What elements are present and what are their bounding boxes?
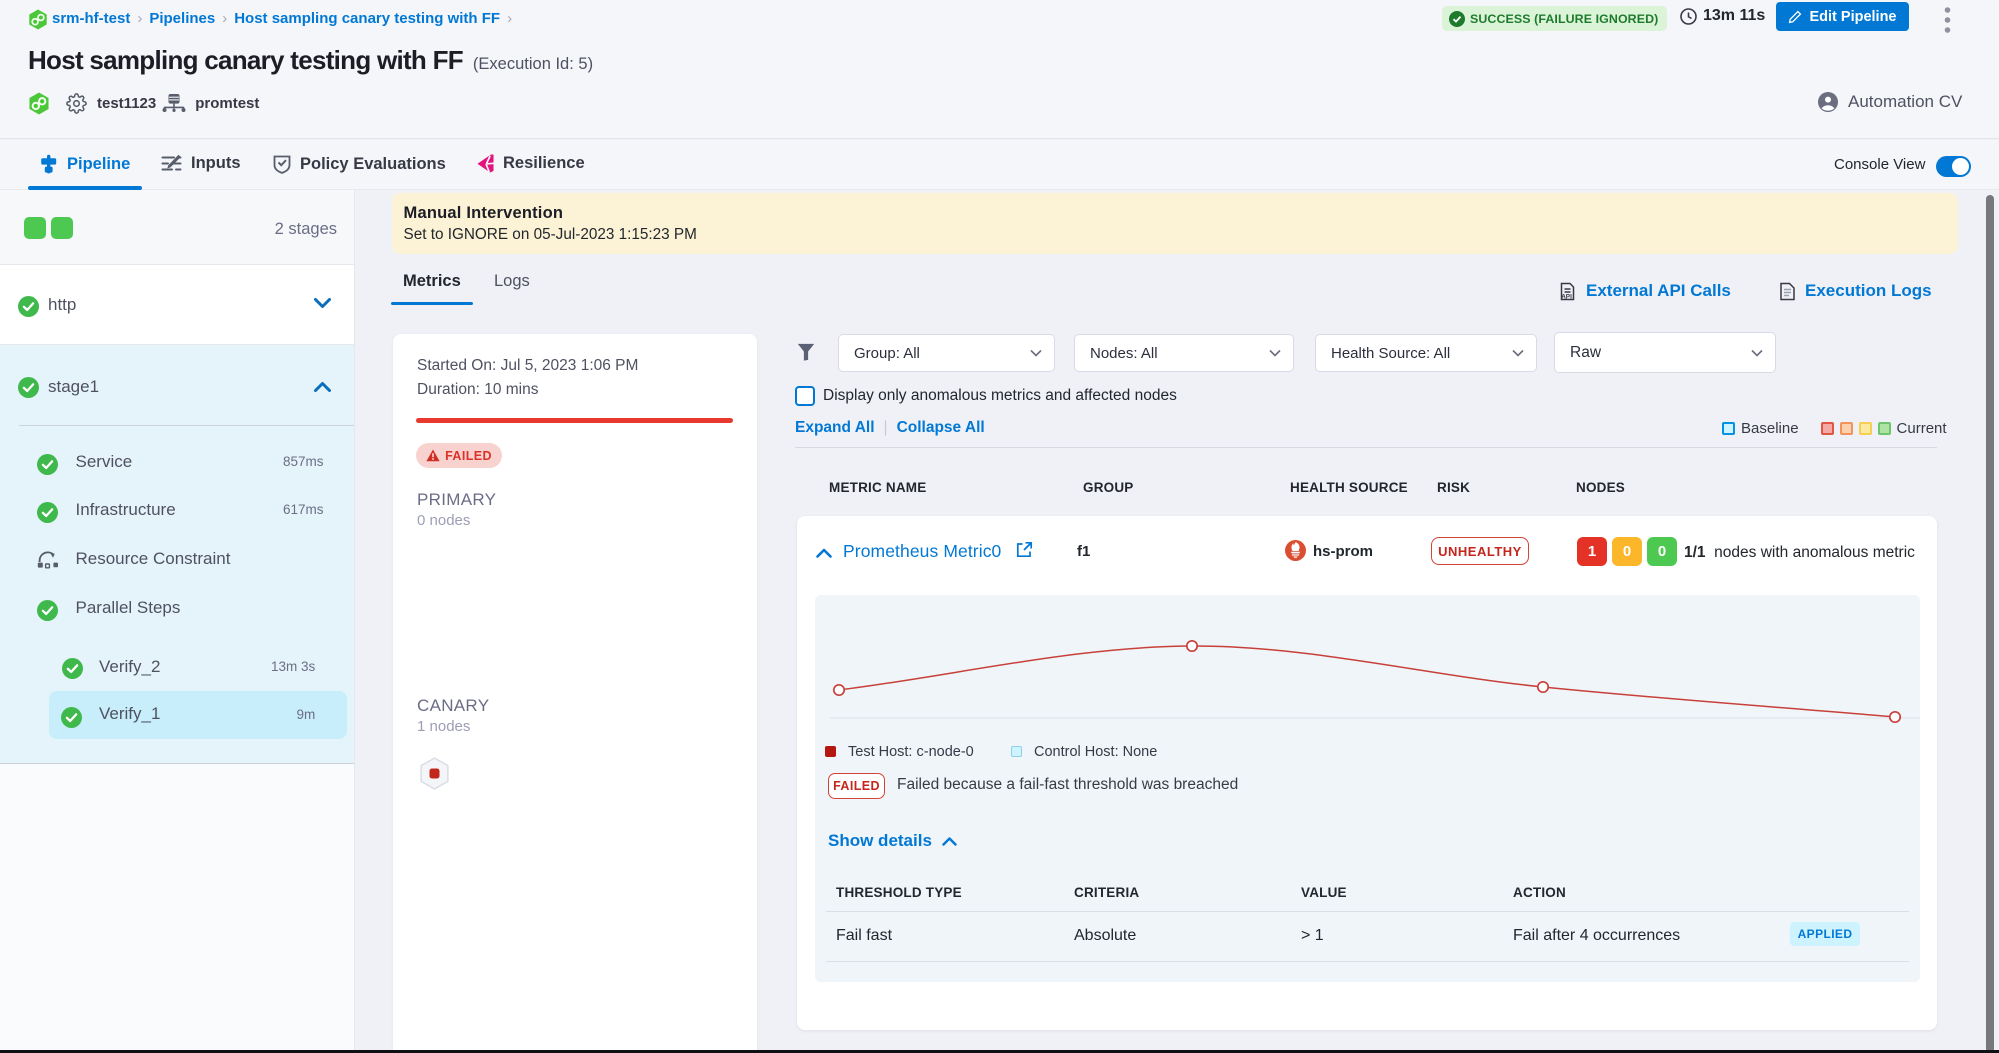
svg-text:API: API — [1561, 293, 1572, 300]
